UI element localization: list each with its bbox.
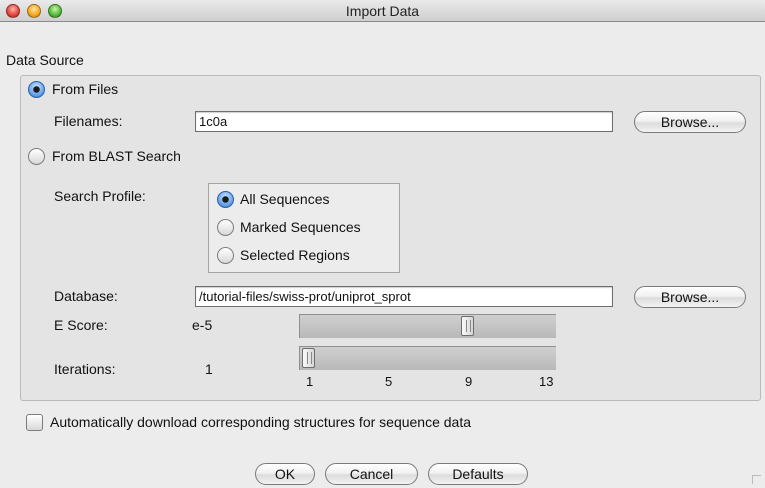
- resize-grip-icon[interactable]: [752, 475, 761, 484]
- escore-value: e-5: [192, 317, 213, 333]
- window-title: Import Data: [345, 3, 420, 19]
- from-files-radio[interactable]: [28, 81, 45, 98]
- ok-button[interactable]: OK: [255, 463, 315, 485]
- iterations-slider[interactable]: [299, 346, 556, 370]
- data-source-heading: Data Source: [6, 52, 84, 68]
- iterations-label: Iterations:: [54, 361, 116, 377]
- auto-download-checkbox[interactable]: [26, 414, 43, 431]
- filenames-input[interactable]: 1c0a: [195, 111, 613, 132]
- escore-slider-thumb[interactable]: [461, 316, 474, 336]
- from-files-label[interactable]: From Files: [52, 81, 118, 97]
- iterations-tick: 5: [385, 374, 393, 389]
- search-profile-label: Search Profile:: [54, 188, 146, 204]
- cancel-button[interactable]: Cancel: [325, 463, 418, 485]
- title-bar: Import Data: [0, 0, 765, 22]
- filenames-label: Filenames:: [54, 113, 123, 129]
- iterations-value: 1: [205, 361, 213, 377]
- profile-option-selected-radio[interactable]: [217, 247, 234, 264]
- auto-download-label[interactable]: Automatically download corresponding str…: [50, 414, 471, 430]
- profile-option-all-radio[interactable]: [217, 191, 234, 208]
- profile-option-marked-radio[interactable]: [217, 219, 234, 236]
- from-blast-label[interactable]: From BLAST Search: [52, 148, 181, 164]
- database-input[interactable]: /tutorial-files/swiss-prot/uniprot_sprot: [195, 286, 613, 307]
- iterations-slider-thumb[interactable]: [302, 348, 315, 368]
- profile-option-all-label[interactable]: All Sequences: [240, 191, 330, 207]
- profile-option-marked-label[interactable]: Marked Sequences: [240, 219, 361, 235]
- from-blast-radio[interactable]: [28, 148, 45, 165]
- escore-slider[interactable]: [299, 314, 556, 338]
- filenames-browse-button[interactable]: Browse...: [634, 111, 746, 133]
- defaults-button[interactable]: Defaults: [428, 463, 528, 485]
- iterations-tick: 13: [539, 374, 554, 389]
- database-label: Database:: [54, 288, 118, 304]
- database-browse-button[interactable]: Browse...: [634, 286, 746, 308]
- escore-label: E Score:: [54, 317, 108, 333]
- iterations-tick: 9: [465, 374, 473, 389]
- profile-option-selected-label[interactable]: Selected Regions: [240, 247, 350, 263]
- iterations-tick: 1: [306, 374, 314, 389]
